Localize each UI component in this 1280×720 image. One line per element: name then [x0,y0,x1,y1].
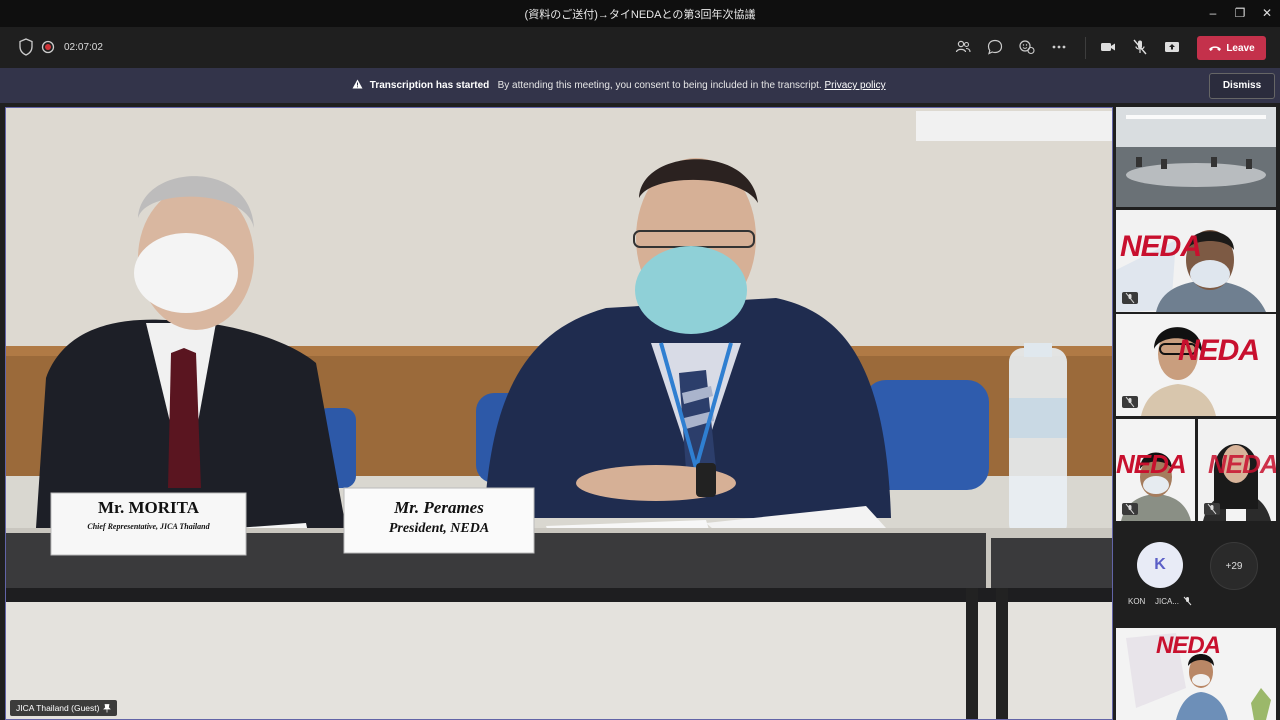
phone-icon [1209,46,1222,51]
window-title: (資料のご送付)→タイNEDAとの第3回年次協議 [524,9,756,21]
second-participant-name: JICA... [1155,597,1180,606]
placard-morita-name: Mr. MORITA [97,498,200,517]
neda-banner-3: NEDA [1116,449,1187,479]
more-participants-button[interactable]: +29 [1210,542,1258,590]
share-icon[interactable] [1162,37,1182,57]
participant-name-label: JICA Thailand (Guest) [10,700,118,716]
participant-avatar[interactable]: K [1137,542,1183,588]
muted-mic-icon [1204,503,1220,515]
chat-icon[interactable] [985,37,1005,57]
placard-perames-name: Mr. Perames [394,498,484,517]
muted-mic-icon [1122,396,1138,408]
placard-morita-title: Chief Representative, JICA Thailand [87,522,210,531]
video-scene [6,108,1112,719]
video-tile-participant-4[interactable]: NEDA [1198,419,1276,521]
mic-off-icon[interactable] [1130,37,1150,57]
meeting-timer: 02:07:02 [64,42,103,53]
banner-text: By attending this meeting, you consent t… [497,80,822,91]
banner-message: Transcription has started By attending t… [352,79,886,91]
warning-icon [352,79,363,89]
close-button[interactable]: ✕ [1258,4,1276,22]
transcription-banner: Transcription has started By attending t… [0,68,1280,103]
dismiss-button[interactable]: Dismiss [1209,73,1275,99]
banner-title: Transcription has started [369,80,490,91]
neda-banner-5: NEDA [1156,632,1221,659]
placard-perames: Mr. Perames President, NEDA [344,498,534,537]
muted-mic-icon [1122,292,1138,304]
room-scene [1116,107,1276,207]
leave-button[interactable]: Leave [1197,36,1266,60]
neda-banner-2: NEDA [1178,334,1260,367]
privacy-policy-link[interactable]: Privacy policy [824,80,885,91]
neda-banner-4: NEDA [1208,449,1276,479]
more-icon[interactable] [1049,37,1069,57]
people-icon[interactable] [953,37,973,57]
main-video[interactable]: Mr. MORITA Chief Representative, JICA Th… [5,107,1113,720]
restore-button[interactable]: ❐ [1231,4,1249,22]
muted-mic-icon [1183,596,1192,606]
video-tile-participant-2[interactable]: NEDA [1116,314,1276,416]
toolbar-divider [1085,37,1086,59]
avatar-name: KON [1128,597,1146,606]
pin-icon[interactable] [103,703,112,713]
camera-icon[interactable] [1098,37,1118,57]
shield-icon[interactable] [16,37,36,57]
placard-morita: Mr. MORITA Chief Representative, JICA Th… [51,498,246,531]
neda-banner-1: NEDA [1120,230,1202,263]
video-tile-room[interactable] [1116,107,1276,207]
meeting-toolbar: 02:07:02 Leave [0,27,1280,68]
video-tile-participant-5[interactable]: NEDA [1116,628,1276,720]
video-tile-participant-1[interactable]: NEDA [1116,210,1276,312]
record-icon[interactable] [38,37,58,57]
leave-label: Leave [1226,42,1255,54]
window-titlebar: (資料のご送付)→タイNEDAとの第3回年次協議 – ❐ ✕ [0,0,1280,27]
video-tile-participant-3[interactable]: NEDA [1116,419,1195,521]
muted-mic-icon [1122,503,1138,515]
minimize-button[interactable]: – [1204,4,1222,22]
participant-name: JICA Thailand (Guest) [16,703,100,713]
placard-perames-title: President, NEDA [388,521,490,536]
reactions-icon[interactable] [1017,37,1037,57]
